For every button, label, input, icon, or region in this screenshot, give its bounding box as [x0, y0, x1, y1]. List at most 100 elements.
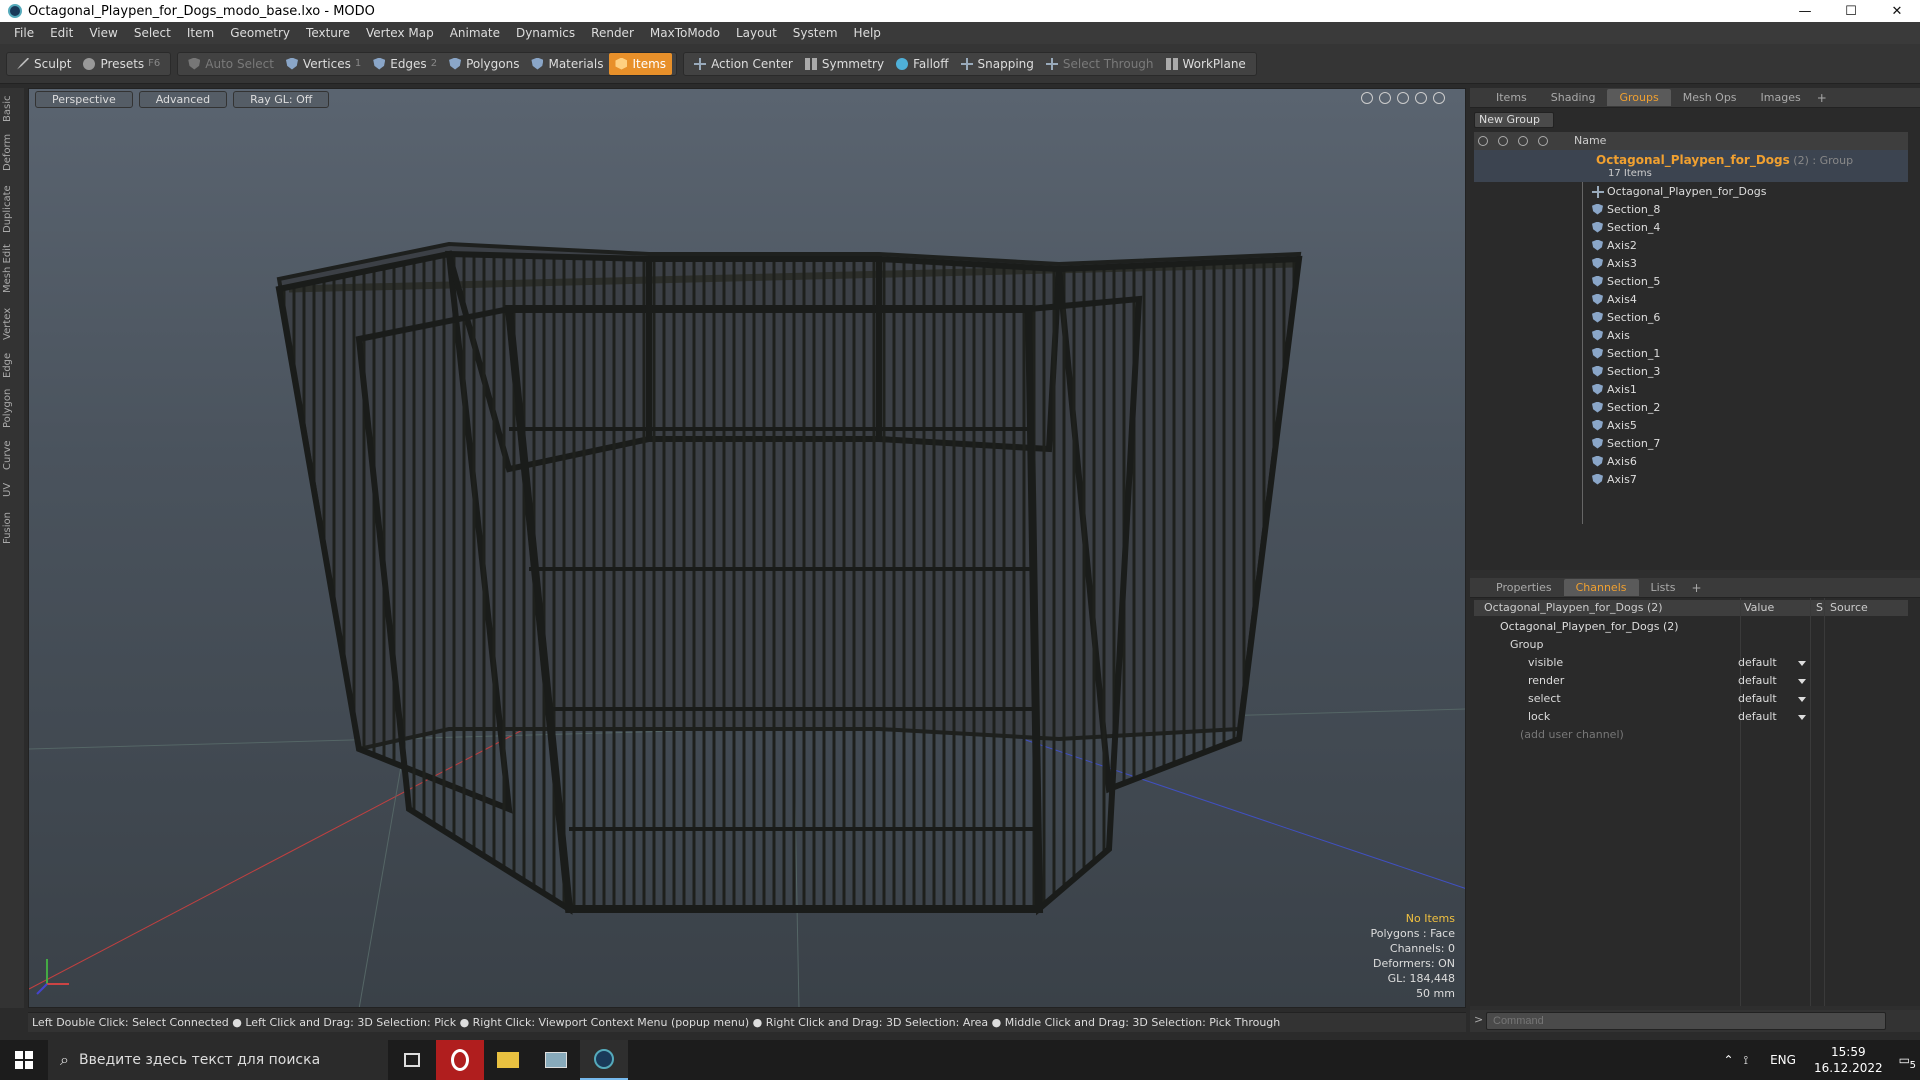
tab-images[interactable]: Images — [1749, 89, 1813, 106]
list-item[interactable]: Section_8 — [1592, 200, 1660, 218]
tab-basic[interactable]: Basic — [2, 94, 22, 124]
list-item[interactable]: Section_2 — [1592, 398, 1660, 416]
auto-select-button[interactable]: Auto Select — [182, 53, 280, 75]
channel-group-row[interactable]: Group — [1474, 636, 1908, 654]
list-item[interactable]: Section_6 — [1592, 308, 1660, 326]
tab-uv[interactable]: UV — [2, 480, 22, 500]
maximize-button[interactable]: ☐ — [1828, 0, 1874, 22]
pan-icon[interactable] — [1361, 92, 1373, 104]
list-item[interactable]: Axis6 — [1592, 452, 1637, 470]
group-row-selected[interactable]: Octagonal_Playpen_for_Dogs (2) : Group 1… — [1474, 150, 1908, 182]
tab-groups[interactable]: Groups — [1607, 89, 1671, 106]
dropdown-arrow-icon[interactable] — [1798, 661, 1806, 666]
channel-row-lock[interactable]: lock default — [1474, 708, 1908, 726]
minimize-button[interactable]: — — [1782, 0, 1828, 22]
render-icon[interactable] — [1498, 136, 1508, 146]
tab-deform[interactable]: Deform — [2, 132, 22, 172]
name-column-header[interactable]: Name — [1574, 132, 1606, 150]
edges-button[interactable]: Edges 2 — [367, 53, 443, 75]
list-item[interactable]: Octagonal_Playpen_for_Dogs — [1592, 182, 1766, 200]
fit-icon[interactable] — [1415, 92, 1427, 104]
list-item[interactable]: Section_5 — [1592, 272, 1660, 290]
lock-icon[interactable] — [1518, 136, 1528, 146]
menu-file[interactable]: File — [6, 26, 42, 40]
opera-app-icon[interactable] — [436, 1040, 484, 1080]
snapping-button[interactable]: Snapping — [955, 53, 1040, 75]
network-icon[interactable]: ⟟ — [1744, 1053, 1748, 1068]
materials-button[interactable]: Materials — [525, 53, 609, 75]
channels-header-value[interactable]: Value — [1744, 600, 1774, 616]
list-item[interactable]: Section_7 — [1592, 434, 1660, 452]
menu-animate[interactable]: Animate — [442, 26, 508, 40]
add-tab-icon[interactable]: + — [1691, 581, 1701, 595]
notifications-icon[interactable]: ▭ 5 — [1899, 1053, 1916, 1071]
tab-fusion[interactable]: Fusion — [2, 508, 22, 548]
tab-mesh-edit[interactable]: Mesh Edit — [2, 244, 22, 294]
channel-row-visible[interactable]: visible default — [1474, 654, 1908, 672]
zoom-icon[interactable] — [1397, 92, 1409, 104]
start-button[interactable] — [0, 1040, 48, 1080]
add-tab-icon[interactable]: + — [1817, 91, 1827, 105]
select-through-button[interactable]: Select Through — [1040, 53, 1160, 75]
dropdown-arrow-icon[interactable] — [1798, 679, 1806, 684]
tab-items[interactable]: Items — [1484, 89, 1539, 106]
vertices-button[interactable]: Vertices 1 — [280, 53, 367, 75]
tab-curve[interactable]: Curve — [2, 438, 22, 472]
tab-duplicate[interactable]: Duplicate — [2, 184, 22, 234]
perspective-dropdown[interactable]: Perspective — [35, 90, 133, 108]
tab-mesh-ops[interactable]: Mesh Ops — [1671, 89, 1749, 106]
workplane-button[interactable]: WorkPlane — [1160, 53, 1252, 75]
menu-help[interactable]: Help — [846, 26, 889, 40]
select-icon[interactable] — [1538, 136, 1548, 146]
channels-header-s[interactable]: S — [1816, 600, 1823, 616]
settings-gear-icon[interactable] — [1433, 92, 1445, 104]
items-button[interactable]: Items — [609, 52, 673, 75]
sculpt-button[interactable]: Sculpt — [11, 53, 77, 75]
tab-polygon[interactable]: Polygon — [2, 386, 22, 430]
tab-vertex[interactable]: Vertex — [2, 304, 22, 344]
rotate-icon[interactable] — [1379, 92, 1391, 104]
list-item[interactable]: Axis — [1592, 326, 1630, 344]
dropdown-arrow-icon[interactable] — [1798, 697, 1806, 702]
menu-item[interactable]: Item — [179, 26, 222, 40]
tab-lists[interactable]: Lists — [1639, 579, 1688, 596]
tab-edge[interactable]: Edge — [2, 350, 22, 380]
tab-properties[interactable]: Properties — [1484, 579, 1564, 596]
channel-row-render[interactable]: render default — [1474, 672, 1908, 690]
list-item[interactable]: Axis2 — [1592, 236, 1637, 254]
list-item[interactable]: Axis3 — [1592, 254, 1637, 272]
list-item[interactable]: Axis4 — [1592, 290, 1637, 308]
list-item[interactable]: Section_3 — [1592, 362, 1660, 380]
channel-value[interactable]: default — [1738, 672, 1777, 690]
channel-value[interactable]: default — [1738, 708, 1777, 726]
menu-select[interactable]: Select — [126, 26, 179, 40]
clock[interactable]: 15:59 16.12.2022 — [1814, 1044, 1883, 1076]
list-item[interactable]: Axis1 — [1592, 380, 1637, 398]
add-user-channel-row[interactable]: (add user channel) — [1474, 726, 1908, 744]
list-item[interactable]: Axis5 — [1592, 416, 1637, 434]
visibility-eye-icon[interactable] — [1478, 136, 1488, 146]
symmetry-button[interactable]: Symmetry — [799, 53, 890, 75]
channel-value[interactable]: default — [1738, 654, 1777, 672]
menu-dynamics[interactable]: Dynamics — [508, 26, 583, 40]
menu-vertex-map[interactable]: Vertex Map — [358, 26, 442, 40]
menu-edit[interactable]: Edit — [42, 26, 81, 40]
3d-viewport[interactable]: Perspective Advanced Ray GL: Off No Item… — [28, 88, 1466, 1008]
chevron-up-icon[interactable]: ⌃ — [1724, 1053, 1734, 1067]
raygl-toggle[interactable]: Ray GL: Off — [233, 90, 330, 108]
list-item[interactable]: Section_4 — [1592, 218, 1660, 236]
action-center-button[interactable]: Action Center — [688, 53, 799, 75]
menu-geometry[interactable]: Geometry — [222, 26, 298, 40]
menu-render[interactable]: Render — [583, 26, 642, 40]
channel-row-select[interactable]: select default — [1474, 690, 1908, 708]
advanced-dropdown[interactable]: Advanced — [138, 90, 228, 108]
menu-view[interactable]: View — [81, 26, 125, 40]
channel-root-row[interactable]: Octagonal_Playpen_for_Dogs (2) — [1474, 618, 1908, 636]
file-explorer-icon[interactable] — [484, 1040, 532, 1080]
menu-maxtomodo[interactable]: MaxToModo — [642, 26, 728, 40]
list-item[interactable]: Section_1 — [1592, 344, 1660, 362]
photos-app-icon[interactable] — [532, 1040, 580, 1080]
tab-channels[interactable]: Channels — [1563, 579, 1639, 596]
list-item[interactable]: Axis7 — [1592, 470, 1637, 488]
polygons-button[interactable]: Polygons — [443, 53, 525, 75]
